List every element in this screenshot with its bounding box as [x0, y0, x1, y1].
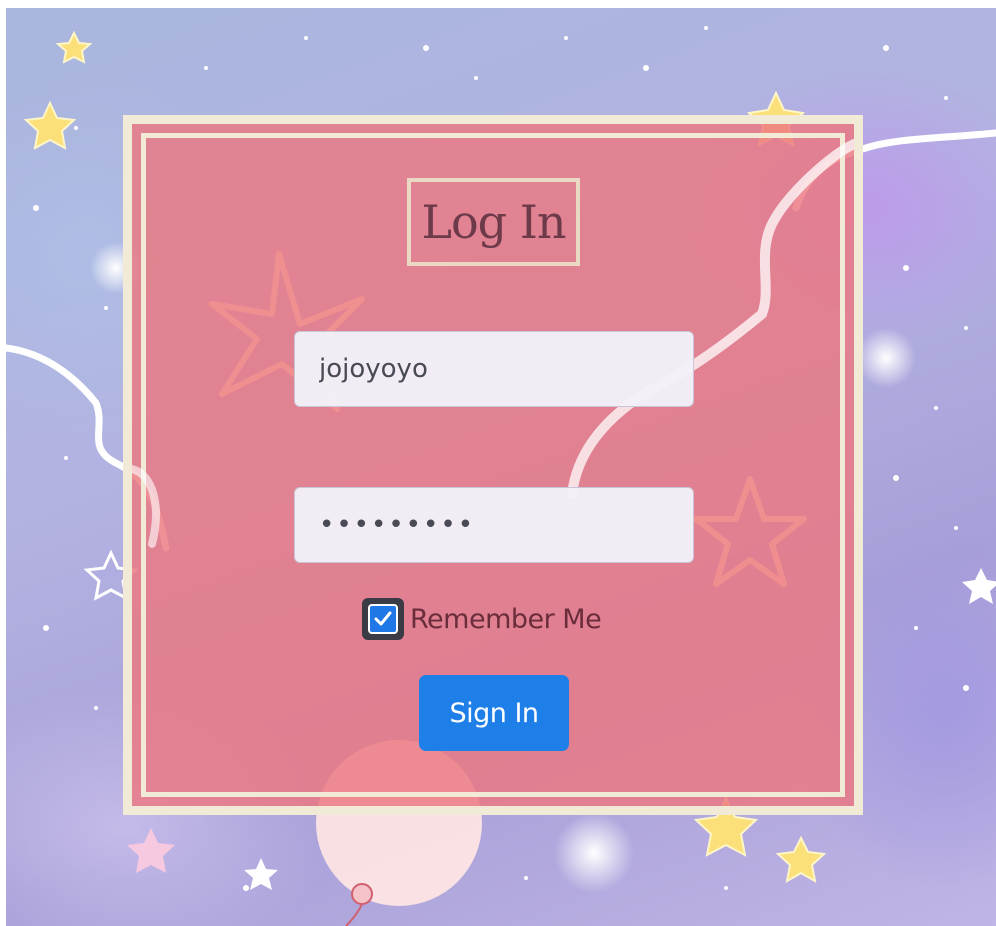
password-input[interactable] — [294, 487, 694, 563]
balloon-string — [345, 903, 363, 926]
username-input[interactable] — [294, 331, 694, 407]
sign-in-button[interactable]: Sign In — [419, 675, 569, 751]
title-box: Log In — [407, 178, 580, 266]
checkbox-fill — [368, 604, 398, 634]
page-title: Log In — [421, 195, 566, 249]
remember-me-label: Remember Me — [410, 603, 602, 635]
sparkle-glow — [856, 328, 916, 388]
balloon-knot — [351, 883, 373, 905]
checkmark-icon — [374, 611, 392, 626]
remember-me-row[interactable]: Remember Me — [362, 598, 602, 640]
remember-me-checkbox[interactable] — [362, 598, 404, 640]
star-outline-icon — [693, 476, 807, 587]
scribble-line — [132, 465, 160, 548]
scribble-line — [567, 139, 854, 499]
sparkle-glow — [554, 813, 634, 893]
star-icon — [127, 828, 175, 873]
